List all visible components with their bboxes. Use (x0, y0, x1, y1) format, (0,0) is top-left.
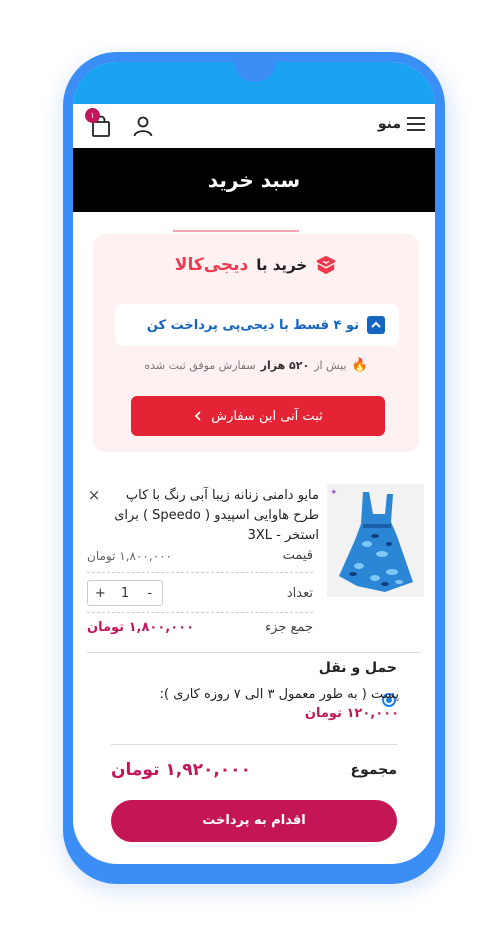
fire-icon: 🔥 (351, 358, 368, 373)
instant-order-button[interactable]: ثبت آنی این سفارش (131, 396, 385, 436)
shipping-option-name: پست ( به طور معمول ۳ الی ۷ روزه کاری ): (159, 687, 399, 702)
price-row: قیمت ۱,۸۰۰,۰۰۰ تومان (87, 548, 313, 563)
user-icon (133, 116, 153, 137)
user-account-button[interactable] (131, 114, 155, 138)
stat-prefix: بیش از (314, 359, 347, 372)
remove-item-button[interactable]: × (87, 488, 101, 503)
product-title[interactable]: مایو دامنی زنانه زیبا آبی رنگ با کاپ طرح… (113, 486, 319, 546)
instant-order-label: ثبت آنی این سفارش (211, 408, 323, 424)
quantity-label: تعداد (286, 585, 313, 601)
digikala-logo: دیجی‌کالا (174, 255, 249, 275)
accent-divider (173, 230, 299, 232)
shipping-option[interactable]: پست ( به طور معمول ۳ الی ۷ روزه کاری ): … (133, 686, 399, 721)
stat-suffix: سفارش موفق ثبت شده (144, 359, 256, 372)
subtotal-label: جمع جزء (265, 620, 313, 635)
shipping-title: حمل و نقل (318, 660, 397, 676)
chevron-left-icon (195, 411, 201, 421)
page-title: سبد خرید (73, 148, 435, 212)
quantity-value[interactable]: 1 (113, 586, 138, 601)
digikala-box-icon (317, 255, 336, 275)
section-divider (111, 744, 397, 745)
digikala-prefix: خرید با (256, 256, 308, 274)
checkout-button[interactable]: اقدام به پرداخت (111, 800, 397, 842)
total-label: مجموع (350, 762, 397, 778)
digikala-brand-row: خرید با دیجی‌کالا (93, 254, 419, 276)
phone-screen: منو ۱ سبد خرید خرید با دیجی‌کالا (73, 62, 435, 864)
cart-count-badge: ۱ (85, 108, 100, 123)
price-value: ۱,۸۰۰,۰۰۰ تومان (87, 548, 172, 563)
menu-label: منو (377, 116, 401, 132)
row-separator (87, 612, 313, 613)
section-divider (87, 652, 421, 653)
top-header: منو ۱ (73, 104, 435, 148)
increase-button[interactable]: + (88, 586, 113, 601)
cart-button[interactable]: ۱ (85, 108, 113, 138)
shipping-option-price: ۱۲۰,۰۰۰ تومان (304, 706, 399, 721)
stat-value: ۵۲۰ هزار (260, 359, 310, 372)
chevron-up-icon (367, 316, 385, 334)
menu-button[interactable]: منو (378, 116, 425, 132)
row-separator (87, 572, 313, 573)
price-label: قیمت (282, 548, 313, 563)
installment-text: تو ۴ قسط با دیجی‌پی پرداخت کن (146, 317, 359, 333)
subtotal-value: ۱,۸۰۰,۰۰۰ تومان (87, 620, 195, 635)
quantity-row: تعداد + 1 - (87, 580, 313, 606)
swimsuit-dress-image (339, 492, 413, 592)
orders-stat: 🔥 بیش از ۵۲۰ هزار سفارش موفق ثبت شده (93, 358, 419, 373)
total-row: مجموع ۱,۹۲۰,۰۰۰ تومان (111, 760, 397, 780)
hamburger-icon (407, 117, 425, 131)
quantity-stepper[interactable]: + 1 - (87, 580, 163, 606)
sticker-icon: ✦ (330, 488, 338, 498)
decrease-button[interactable]: - (137, 586, 162, 601)
product-image[interactable]: ✦ (327, 484, 424, 597)
installment-banner[interactable]: تو ۴ قسط با دیجی‌پی پرداخت کن (115, 304, 399, 346)
digikala-checkout-card: خرید با دیجی‌کالا تو ۴ قسط با دیجی‌پی پر… (93, 234, 419, 452)
subtotal-row: جمع جزء ۱,۸۰۰,۰۰۰ تومان (87, 620, 313, 635)
total-value: ۱,۹۲۰,۰۰۰ تومان (111, 760, 251, 780)
